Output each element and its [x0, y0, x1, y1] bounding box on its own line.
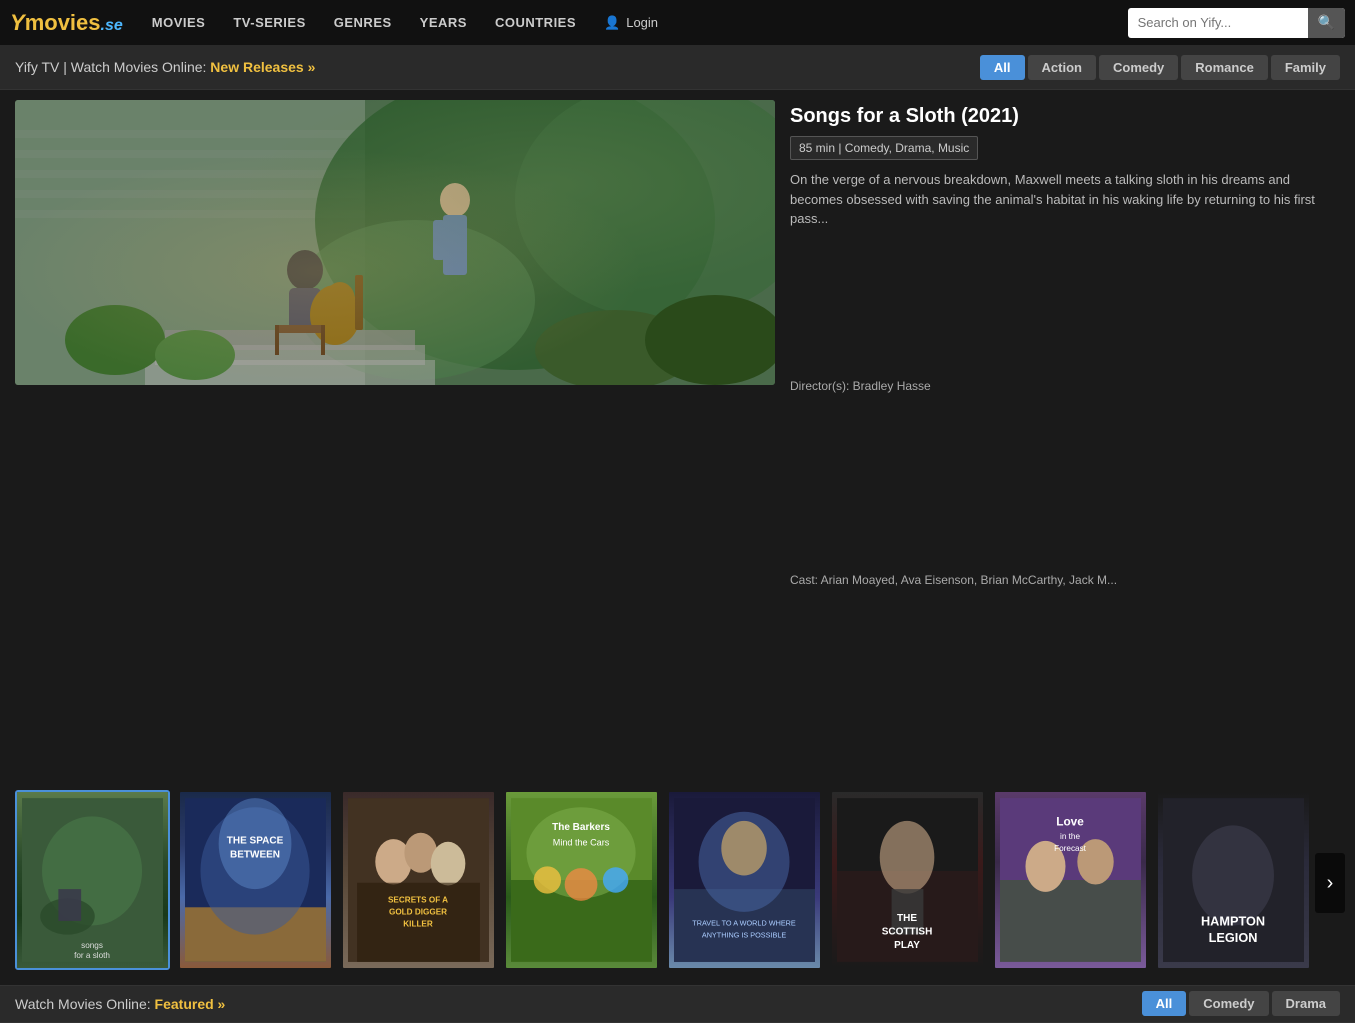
- filter-comedy[interactable]: Comedy: [1099, 55, 1178, 80]
- svg-text:Forecast: Forecast: [1054, 843, 1087, 852]
- thumb-bg-barkers: The Barkers Mind the Cars: [506, 792, 657, 968]
- movie-poster-bg: [15, 100, 775, 385]
- svg-text:GOLD DIGGER: GOLD DIGGER: [389, 907, 447, 916]
- svg-text:KILLER: KILLER: [403, 919, 433, 928]
- svg-text:THE: THE: [897, 912, 917, 923]
- svg-text:in the: in the: [1060, 832, 1080, 841]
- svg-text:The Barkers: The Barkers: [552, 821, 610, 832]
- filter-all[interactable]: All: [980, 55, 1025, 80]
- thumb-barkers[interactable]: The Barkers Mind the Cars: [504, 790, 659, 970]
- thumb-love-forecast[interactable]: Love in the Forecast: [993, 790, 1148, 970]
- thumb-bg-songs: songs for a sloth: [17, 792, 168, 968]
- logo-y: Y: [10, 10, 25, 35]
- thumb-bg-space: THE SPACE BETWEEN: [180, 792, 331, 968]
- featured-movie-image[interactable]: [15, 100, 775, 385]
- new-releases-header: Yify TV | Watch Movies Online: New Relea…: [0, 45, 1355, 90]
- movie-cast: Cast: Arian Moayed, Ava Eisenson, Brian …: [790, 573, 1340, 587]
- featured-section-header: Watch Movies Online: Featured » All Come…: [0, 985, 1355, 1023]
- svg-text:HAMPTON: HAMPTON: [1201, 913, 1265, 928]
- svg-text:for a sloth: for a sloth: [74, 951, 110, 960]
- logo-movies: movies: [25, 10, 101, 35]
- svg-text:Mind the Cars: Mind the Cars: [553, 837, 610, 847]
- section-prefix: Yify TV | Watch Movies Online:: [15, 59, 210, 75]
- logo[interactable]: Ymovies.se: [10, 10, 123, 36]
- thumb-emily[interactable]: TRAVEL TO A WORLD WHERE ANYTHING IS POSS…: [667, 790, 822, 970]
- user-icon: 👤: [604, 15, 620, 31]
- nav-movies[interactable]: MOVIES: [138, 0, 220, 45]
- nav-countries[interactable]: COUNTRIES: [481, 0, 590, 45]
- svg-text:ANYTHING IS POSSIBLE: ANYTHING IS POSSIBLE: [702, 930, 787, 939]
- next-arrow[interactable]: ›: [1315, 853, 1345, 913]
- search-button[interactable]: 🔍: [1308, 8, 1345, 38]
- featured-scene-svg: [15, 100, 775, 385]
- featured-title-text: Featured »: [155, 996, 226, 1012]
- svg-text:SCOTTISH: SCOTTISH: [882, 926, 933, 937]
- movie-description: On the verge of a nervous breakdown, Max…: [790, 170, 1340, 229]
- thumb-space-between[interactable]: THE SPACE BETWEEN: [178, 790, 333, 970]
- svg-text:SECRETS OF A: SECRETS OF A: [388, 895, 448, 904]
- featured-filter-drama[interactable]: Drama: [1272, 991, 1340, 1016]
- svg-text:songs: songs: [81, 941, 103, 950]
- section-title-featured: Watch Movies Online: Featured »: [15, 996, 225, 1012]
- nav-years[interactable]: YEARS: [406, 0, 481, 45]
- search-box: 🔍: [1128, 8, 1345, 38]
- section-title-text: New Releases »: [210, 59, 315, 75]
- movie-title: Songs for a Sloth (2021): [790, 105, 1340, 128]
- nav-genres[interactable]: GENRES: [320, 0, 406, 45]
- filter-romance[interactable]: Romance: [1181, 55, 1268, 80]
- featured-filter-comedy[interactable]: Comedy: [1189, 991, 1268, 1016]
- svg-text:BETWEEN: BETWEEN: [230, 849, 280, 860]
- search-input[interactable]: [1128, 15, 1308, 30]
- featured-section: Songs for a Sloth (2021) 85 min | Comedy…: [0, 90, 1355, 782]
- thumbnails-section: songs for a sloth THE SPACE BETWEEN: [0, 782, 1355, 985]
- svg-text:PLAY: PLAY: [894, 940, 920, 951]
- login-label: Login: [626, 15, 658, 30]
- movie-director: Director(s): Bradley Hasse: [790, 379, 1340, 393]
- svg-text:Love: Love: [1056, 814, 1084, 828]
- nav-tv-series[interactable]: TV-SERIES: [219, 0, 319, 45]
- svg-text:TRAVEL TO A WORLD WHERE: TRAVEL TO A WORLD WHERE: [692, 918, 796, 927]
- nav-links: MOVIES TV-SERIES GENRES YEARS COUNTRIES …: [138, 0, 1128, 45]
- filter-tabs-new-releases: All Action Comedy Romance Family: [980, 55, 1340, 80]
- thumbnails-row: songs for a sloth THE SPACE BETWEEN: [15, 790, 1340, 970]
- filter-tabs-featured: All Comedy Drama: [1142, 991, 1340, 1016]
- logo-se: .se: [101, 17, 123, 34]
- filter-action[interactable]: Action: [1028, 55, 1096, 80]
- section-title-new-releases: Yify TV | Watch Movies Online: New Relea…: [15, 59, 315, 75]
- featured-filter-all[interactable]: All: [1142, 991, 1187, 1016]
- login-link[interactable]: 👤 Login: [590, 15, 672, 31]
- thumb-bg-emily: TRAVEL TO A WORLD WHERE ANYTHING IS POSS…: [669, 792, 820, 968]
- featured-movie-info: Songs for a Sloth (2021) 85 min | Comedy…: [790, 100, 1340, 772]
- featured-prefix: Watch Movies Online:: [15, 996, 155, 1012]
- movie-meta: 85 min | Comedy, Drama, Music: [790, 136, 978, 160]
- thumb-songs-for-a-sloth[interactable]: songs for a sloth: [15, 790, 170, 970]
- thumb-bg-scottish: THE SCOTTISH PLAY: [832, 792, 983, 968]
- navbar: Ymovies.se MOVIES TV-SERIES GENRES YEARS…: [0, 0, 1355, 45]
- thumb-scottish-play[interactable]: THE SCOTTISH PLAY: [830, 790, 985, 970]
- thumb-gold-digger[interactable]: SECRETS OF A GOLD DIGGER KILLER: [341, 790, 496, 970]
- filter-family[interactable]: Family: [1271, 55, 1340, 80]
- svg-text:THE SPACE: THE SPACE: [227, 835, 284, 846]
- thumb-bg-hampton: HAMPTON LEGION: [1158, 792, 1309, 968]
- svg-text:LEGION: LEGION: [1209, 929, 1258, 944]
- thumb-bg-gold: SECRETS OF A GOLD DIGGER KILLER: [343, 792, 494, 968]
- thumb-hampton-legion[interactable]: HAMPTON LEGION: [1156, 790, 1311, 970]
- thumb-bg-love: Love in the Forecast: [995, 792, 1146, 968]
